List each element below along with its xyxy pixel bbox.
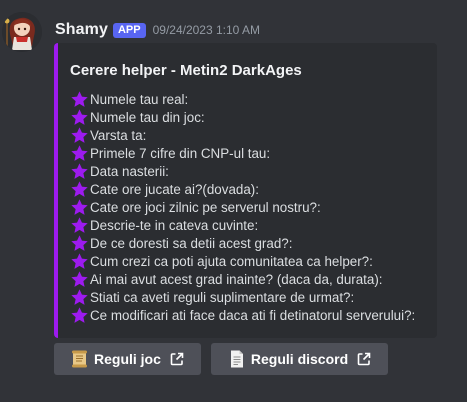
embed-field: Descrie-te in cateva cuvinte: (70, 216, 415, 234)
chat-message: Shamy APP 09/24/2023 1:10 AM Cerere help… (0, 0, 467, 402)
purple-star-icon (71, 270, 88, 287)
purple-star-icon (71, 198, 88, 215)
message-header: Shamy APP 09/24/2023 1:10 AM (55, 19, 260, 41)
embed-field-text: De ce doresti sa detii acest grad?: (90, 235, 293, 251)
embed-field-text: Primele 7 cifre din CNP-ul tau: (90, 145, 271, 161)
page-icon (230, 350, 243, 368)
username[interactable]: Shamy (55, 21, 108, 39)
embed-field-text: Ce modificari ati face daca ati fi detin… (90, 307, 416, 323)
embed-field-text: Cate ore jucate ai?(dovada): (90, 181, 259, 197)
app-badge: APP (112, 22, 146, 38)
embed-card: Cerere helper - Metin2 DarkAges Numele t… (54, 43, 437, 338)
reguli-joc-label: Reguli joc (94, 351, 161, 367)
embed-field: Stiati ca aveti reguli suplimentare de u… (70, 288, 415, 306)
purple-star-icon (71, 144, 88, 161)
embed-field: Cate ore joci zilnic pe serverul nostru?… (70, 198, 415, 216)
embed-field-text: Ai mai avut acest grad inainte? (daca da… (90, 271, 383, 287)
purple-star-icon (71, 306, 88, 323)
reguli-joc-button[interactable]: Reguli joc (54, 343, 201, 375)
scroll-icon (72, 350, 87, 368)
purple-star-icon (71, 126, 88, 143)
embed-title: Cerere helper - Metin2 DarkAges (70, 62, 302, 79)
avatar[interactable] (2, 12, 42, 52)
avatar-image (2, 12, 42, 52)
embed-field: Primele 7 cifre din CNP-ul tau: (70, 144, 415, 162)
embed-field-text: Numele tau real: (90, 91, 189, 107)
embed-field: De ce doresti sa detii acest grad?: (70, 234, 415, 252)
purple-star-icon (71, 288, 88, 305)
reguli-discord-button[interactable]: Reguli discord (210, 343, 389, 375)
purple-star-icon (71, 234, 88, 251)
embed-field: Cate ore jucate ai?(dovada): (70, 180, 415, 198)
external-link-icon (170, 352, 184, 366)
purple-star-icon (71, 252, 88, 269)
reguli-discord-label: Reguli discord (250, 351, 349, 367)
embed-field-list: Numele tau real: Numele tau din joc: Varst… (70, 90, 415, 324)
embed-field: Numele tau din joc: (70, 108, 415, 126)
embed-field: Cum crezi ca poti ajuta comunitatea ca h… (70, 252, 415, 270)
embed-field: Numele tau real: (70, 90, 415, 108)
embed-field: Varsta ta: (70, 126, 415, 144)
embed-field-text: Varsta ta: (90, 127, 147, 143)
timestamp[interactable]: 09/24/2023 1:10 AM (153, 23, 260, 37)
embed-field-text: Descrie-te in cateva cuvinte: (90, 217, 259, 233)
purple-star-icon (71, 180, 88, 197)
embed-field-text: Numele tau din joc: (90, 109, 205, 125)
embed-field-text: Stiati ca aveti reguli suplimentare de u… (90, 289, 355, 305)
purple-star-icon (71, 162, 88, 179)
embed-field-text: Data nasterii: (90, 163, 169, 179)
external-link-icon (357, 352, 371, 366)
purple-star-icon (71, 90, 88, 107)
embed-field-text: Cum crezi ca poti ajuta comunitatea ca h… (90, 253, 373, 269)
embed-field: Data nasterii: (70, 162, 415, 180)
button-row: Reguli joc Reguli discord (54, 343, 389, 375)
purple-star-icon (71, 108, 88, 125)
embed-field: Ai mai avut acest grad inainte? (daca da… (70, 270, 415, 288)
purple-star-icon (71, 216, 88, 233)
embed-field: Ce modificari ati face daca ati fi detin… (70, 306, 415, 324)
embed-field-text: Cate ore joci zilnic pe serverul nostru?… (90, 199, 321, 215)
embed-accent-bar (54, 43, 58, 338)
